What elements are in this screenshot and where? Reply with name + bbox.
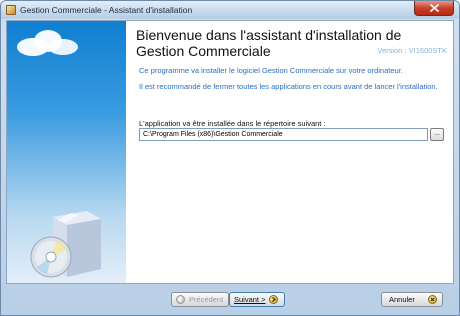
window-title: Gestion Commerciale - Assistant d'instal… xyxy=(20,5,193,15)
app-icon xyxy=(6,5,16,15)
cancel-label: Annuler xyxy=(389,295,415,304)
directory-label: L'application va être installée dans le … xyxy=(139,119,326,128)
wizard-content: Bienvenue dans l'assistant d'installatio… xyxy=(6,20,454,284)
title-bar[interactable]: Gestion Commerciale - Assistant d'instal… xyxy=(1,1,459,19)
next-label: Suivant > xyxy=(234,295,266,304)
close-button[interactable] xyxy=(414,1,454,16)
close-icon xyxy=(429,4,439,12)
software-box-illustration xyxy=(30,211,101,278)
install-directory-field[interactable]: C:\Program Files (x86)\Gestion Commercia… xyxy=(139,128,428,141)
next-button[interactable]: Suivant > xyxy=(229,292,285,307)
side-banner xyxy=(7,21,126,283)
arrow-right-icon xyxy=(269,295,279,304)
installer-window: Gestion Commerciale - Assistant d'instal… xyxy=(0,0,460,316)
cancel-icon xyxy=(428,295,437,304)
browse-button[interactable]: ... xyxy=(430,128,444,141)
button-bar: Précédent Suivant > Annuler xyxy=(1,285,459,315)
cancel-button[interactable]: Annuler xyxy=(381,292,443,307)
previous-label: Précédent xyxy=(189,295,224,304)
arrow-left-icon xyxy=(176,295,185,304)
previous-button[interactable]: Précédent xyxy=(171,292,229,307)
intro-text: Ce programme va installer le logiciel Ge… xyxy=(139,66,403,75)
cloud-illustration xyxy=(17,30,78,56)
recommendation-text: Il est recommandé de fermer toutes les a… xyxy=(139,82,438,91)
version-label: Version : VI1600STK xyxy=(377,46,447,55)
